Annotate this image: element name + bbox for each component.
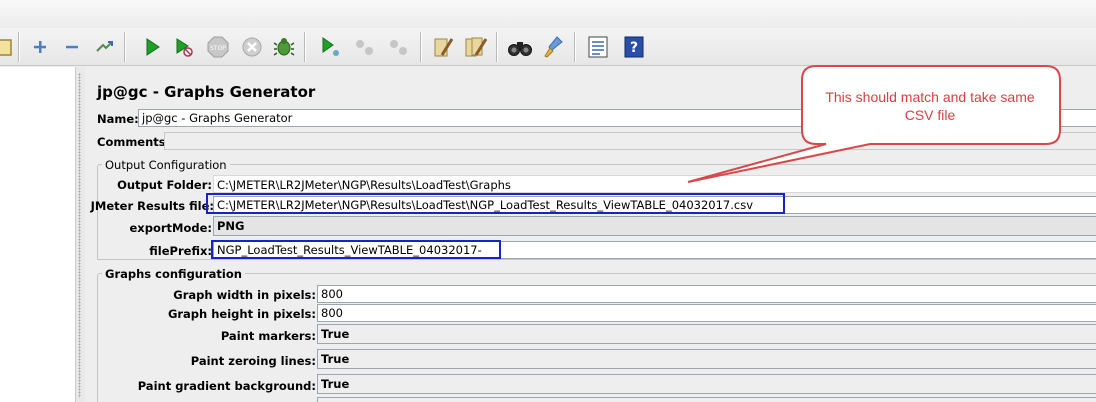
toggle-icon[interactable] bbox=[90, 33, 118, 61]
clear-icon[interactable] bbox=[430, 33, 458, 61]
name-field[interactable]: jp@gc - Graphs Generator bbox=[138, 109, 1096, 127]
debug-bug-icon[interactable] bbox=[270, 33, 298, 61]
help-icon[interactable]: ? bbox=[620, 33, 648, 61]
comments-label: Comments: bbox=[97, 135, 171, 149]
start-icon[interactable] bbox=[138, 33, 166, 61]
results-file-label: JMeter Results file: bbox=[90, 199, 214, 213]
paint-gradient-label: Paint gradient background: bbox=[137, 379, 316, 393]
remote-start-icon[interactable] bbox=[316, 33, 344, 61]
graphs-configuration-legend: Graphs configuration bbox=[102, 267, 245, 281]
paint-markers-select[interactable]: True bbox=[317, 324, 1096, 344]
graphs-generator-panel: jp@gc - Graphs Generator Name: jp@gc - G… bbox=[86, 67, 1096, 402]
graph-height-field[interactable]: 800 bbox=[317, 304, 1096, 322]
shutdown-icon[interactable] bbox=[238, 33, 266, 61]
paint-gradient-select[interactable]: True bbox=[317, 374, 1096, 394]
export-mode-label: exportMode: bbox=[129, 221, 213, 235]
remote-stop-icon[interactable] bbox=[350, 33, 378, 61]
paint-markers-label: Paint markers: bbox=[220, 329, 316, 343]
test-plan-tree[interactable] bbox=[0, 67, 76, 402]
main-toolbar: STOP ? bbox=[0, 28, 1096, 66]
output-folder-field[interactable]: C:\JMETER\LR2JMeter\NGP\Results\LoadTest… bbox=[213, 175, 1096, 193]
graph-width-label: Graph width in pixels: bbox=[173, 288, 316, 302]
output-folder-label: Output Folder: bbox=[117, 178, 212, 192]
name-label: Name: bbox=[97, 112, 139, 126]
paint-zeroing-lines-label: Paint zeroing lines: bbox=[190, 354, 316, 368]
window-title-bar bbox=[0, 0, 1096, 28]
pane-splitter[interactable] bbox=[76, 67, 85, 402]
svg-text:?: ? bbox=[630, 40, 638, 56]
clear-all-icon[interactable] bbox=[462, 33, 490, 61]
results-file-highlight bbox=[206, 193, 785, 214]
paint-zeroing-lines-select[interactable]: True bbox=[317, 349, 1096, 369]
comments-field[interactable] bbox=[164, 132, 1096, 150]
search-icon[interactable] bbox=[506, 33, 534, 61]
file-prefix-highlight bbox=[211, 240, 501, 259]
collapse-icon[interactable] bbox=[58, 33, 86, 61]
stop-icon[interactable]: STOP bbox=[204, 33, 232, 61]
graph-height-label: Graph height in pixels: bbox=[167, 307, 316, 321]
reset-search-icon[interactable] bbox=[540, 33, 568, 61]
export-mode-select[interactable]: PNG bbox=[213, 216, 1096, 236]
start-no-pauses-icon[interactable] bbox=[170, 33, 198, 61]
page-title: jp@gc - Graphs Generator bbox=[97, 83, 316, 101]
stop-label: STOP bbox=[210, 45, 226, 52]
file-prefix-label: filePrefix: bbox=[149, 244, 212, 258]
graph-width-field[interactable]: 800 bbox=[317, 285, 1096, 303]
template-icon[interactable] bbox=[0, 33, 20, 61]
expand-icon[interactable] bbox=[26, 33, 54, 61]
output-configuration-legend: Output Configuration bbox=[102, 158, 230, 172]
function-helper-icon[interactable] bbox=[584, 33, 612, 61]
remote-exit-icon[interactable] bbox=[384, 33, 412, 61]
